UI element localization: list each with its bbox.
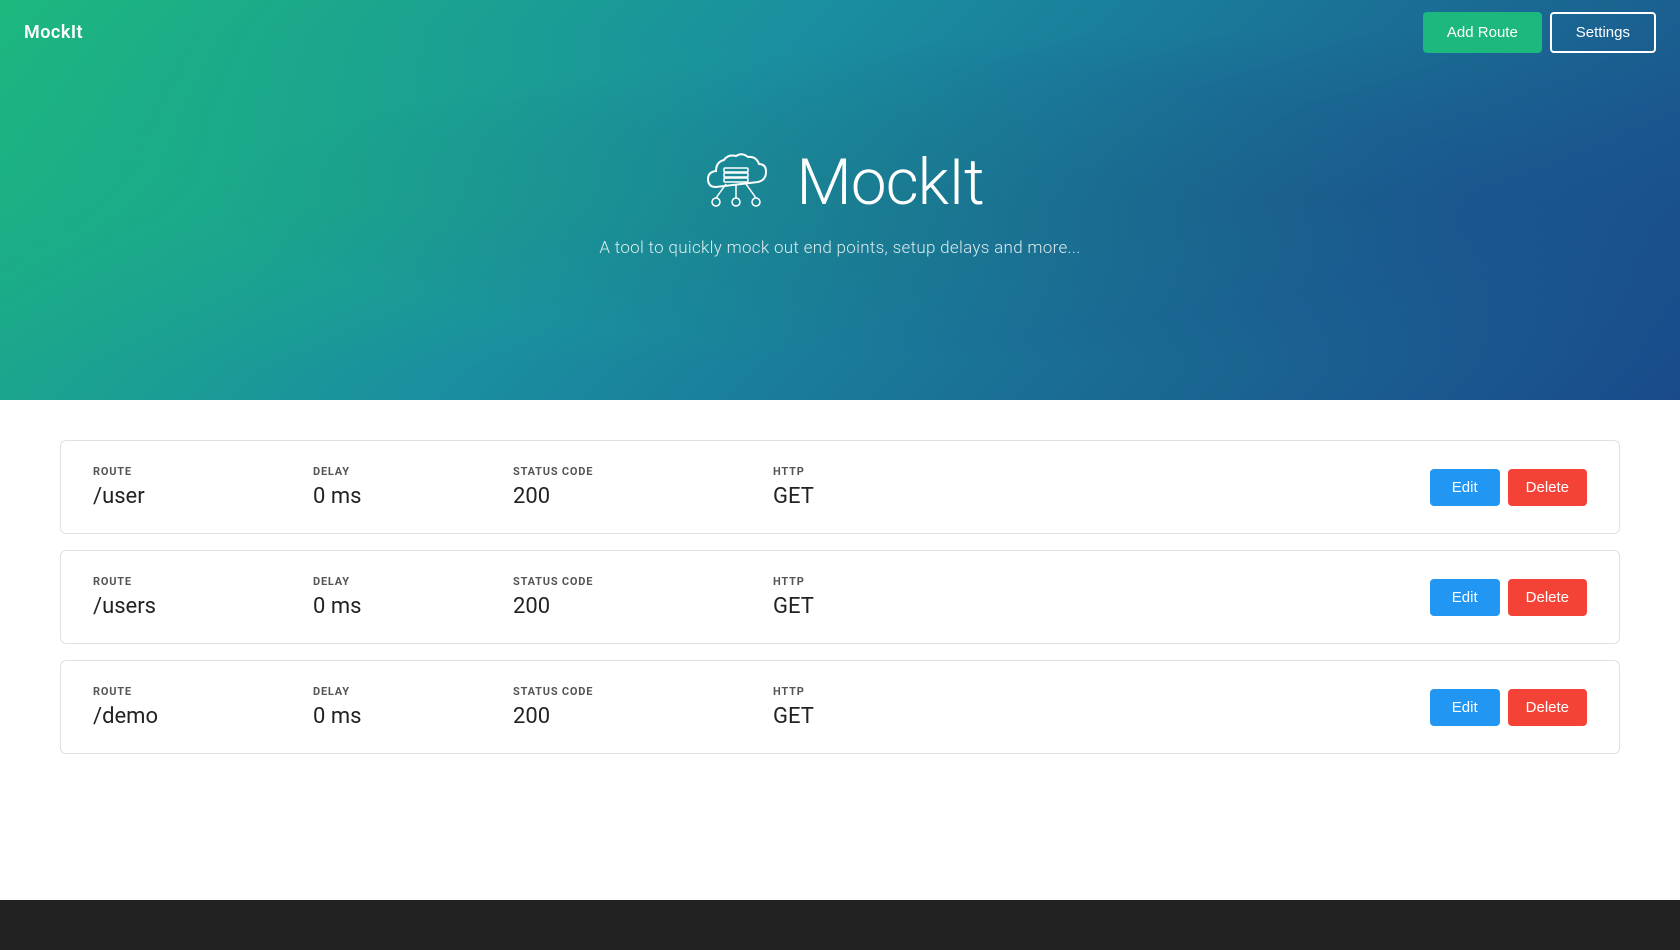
delay-value: 0 ms: [313, 594, 513, 619]
delay-label: DELAY: [313, 575, 513, 588]
route-actions: Edit Delete: [1430, 689, 1587, 726]
route-label: ROUTE: [93, 465, 313, 478]
status-label: STATUS CODE: [513, 465, 773, 478]
route-delay-field: DELAY 0 ms: [313, 575, 513, 619]
delay-value: 0 ms: [313, 704, 513, 729]
routes-container: ROUTE /user DELAY 0 ms STATUS CODE 200 H…: [60, 440, 1620, 754]
delay-label: DELAY: [313, 465, 513, 478]
route-http-field: HTTP GET: [773, 575, 933, 619]
http-value: GET: [773, 704, 933, 729]
delay-label: DELAY: [313, 685, 513, 698]
delete-button[interactable]: Delete: [1508, 579, 1587, 616]
route-http-field: HTTP GET: [773, 685, 933, 729]
route-value: /demo: [93, 704, 313, 729]
edit-button[interactable]: Edit: [1430, 579, 1500, 616]
header-actions: Add Route Settings: [1423, 12, 1656, 53]
route-actions: Edit Delete: [1430, 469, 1587, 506]
route-value: /user: [93, 484, 313, 509]
route-path-field: ROUTE /demo: [93, 685, 313, 729]
route-status-field: STATUS CODE 200: [513, 685, 773, 729]
http-label: HTTP: [773, 465, 933, 478]
add-route-button[interactable]: Add Route: [1423, 12, 1542, 53]
http-label: HTTP: [773, 575, 933, 588]
route-delay-field: DELAY 0 ms: [313, 465, 513, 509]
delete-button[interactable]: Delete: [1508, 689, 1587, 726]
route-card: ROUTE /demo DELAY 0 ms STATUS CODE 200 H…: [60, 660, 1620, 754]
hero-title-row: MockIt: [696, 142, 983, 222]
hero-title: MockIt: [796, 145, 983, 220]
hero-subtitle: A tool to quickly mock out end points, s…: [599, 238, 1080, 258]
route-actions: Edit Delete: [1430, 579, 1587, 616]
status-label: STATUS CODE: [513, 575, 773, 588]
delay-value: 0 ms: [313, 484, 513, 509]
http-value: GET: [773, 594, 933, 619]
route-card: ROUTE /user DELAY 0 ms STATUS CODE 200 H…: [60, 440, 1620, 534]
route-fields: ROUTE /users DELAY 0 ms STATUS CODE 200 …: [93, 575, 1430, 619]
header: MockIt Add Route Settings: [0, 0, 1680, 65]
routes-section: ROUTE /user DELAY 0 ms STATUS CODE 200 H…: [0, 400, 1680, 900]
hero-content: MockIt A tool to quickly mock out end po…: [599, 142, 1080, 258]
settings-button[interactable]: Settings: [1550, 12, 1656, 53]
status-value: 200: [513, 704, 773, 729]
delete-button[interactable]: Delete: [1508, 469, 1587, 506]
route-card: ROUTE /users DELAY 0 ms STATUS CODE 200 …: [60, 550, 1620, 644]
app-logo: MockIt: [24, 22, 83, 43]
route-status-field: STATUS CODE 200: [513, 575, 773, 619]
footer: [0, 900, 1680, 950]
route-label: ROUTE: [93, 575, 313, 588]
status-value: 200: [513, 484, 773, 509]
edit-button[interactable]: Edit: [1430, 469, 1500, 506]
route-http-field: HTTP GET: [773, 465, 933, 509]
route-path-field: ROUTE /user: [93, 465, 313, 509]
edit-button[interactable]: Edit: [1430, 689, 1500, 726]
route-delay-field: DELAY 0 ms: [313, 685, 513, 729]
route-fields: ROUTE /user DELAY 0 ms STATUS CODE 200 H…: [93, 465, 1430, 509]
status-value: 200: [513, 594, 773, 619]
app-icon: [696, 142, 776, 222]
route-path-field: ROUTE /users: [93, 575, 313, 619]
http-label: HTTP: [773, 685, 933, 698]
http-value: GET: [773, 484, 933, 509]
route-status-field: STATUS CODE 200: [513, 465, 773, 509]
route-label: ROUTE: [93, 685, 313, 698]
route-fields: ROUTE /demo DELAY 0 ms STATUS CODE 200 H…: [93, 685, 1430, 729]
status-label: STATUS CODE: [513, 685, 773, 698]
route-value: /users: [93, 594, 313, 619]
